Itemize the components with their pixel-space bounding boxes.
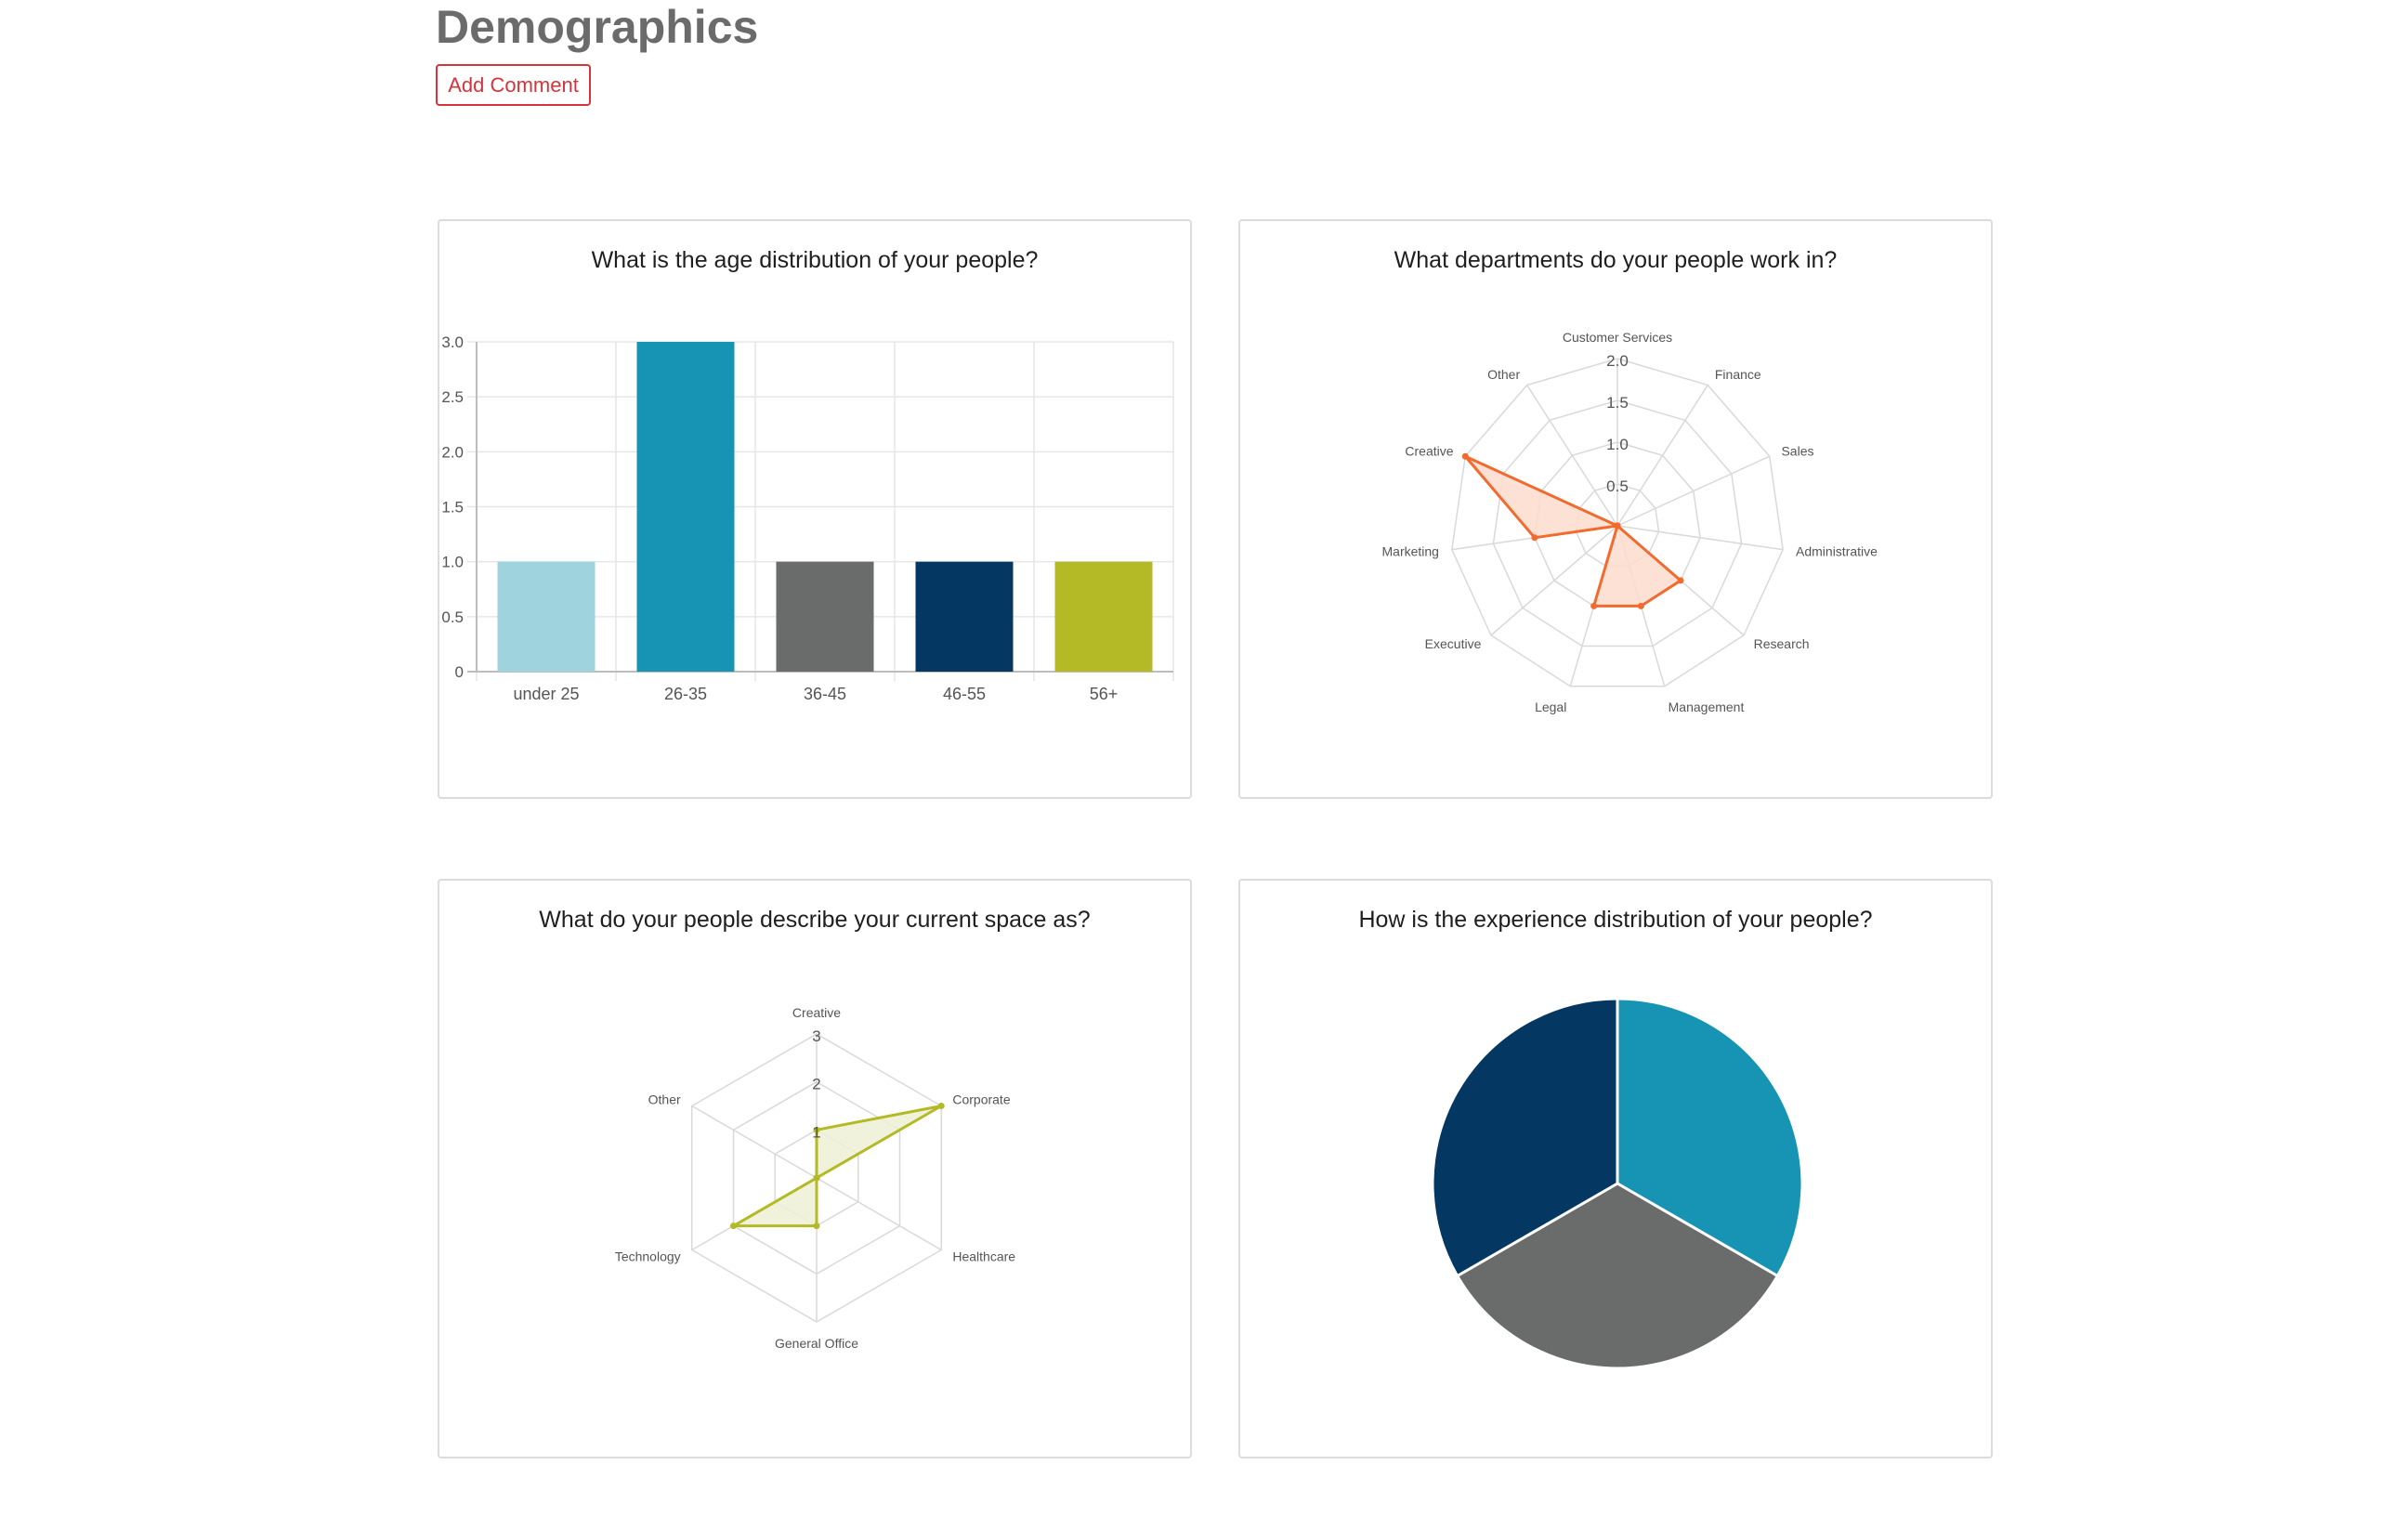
dept-axis-label: Other bbox=[1487, 367, 1520, 382]
dept-tick-label: 0.5 bbox=[1606, 477, 1629, 495]
dept-data-point bbox=[1531, 534, 1538, 542]
dept-axis-label: Research bbox=[1754, 636, 1810, 651]
dept-tick-label: 2.0 bbox=[1606, 352, 1629, 370]
dept-data-point bbox=[1590, 602, 1598, 609]
space-data-point bbox=[730, 1223, 738, 1230]
space-axis-label: Other bbox=[648, 1092, 681, 1107]
dept-data-point bbox=[1461, 452, 1469, 460]
age-ytick-label: 0.5 bbox=[441, 608, 464, 626]
departments-card: What departments do your people work in?… bbox=[1238, 219, 1993, 799]
space-data-area bbox=[732, 1105, 943, 1228]
experience-card: How is the experience distribution of yo… bbox=[1238, 879, 1993, 1458]
age-ytick-label: 3.0 bbox=[441, 333, 464, 351]
age-xtick-label: 26-35 bbox=[664, 685, 707, 703]
age-bar-chart: 0 0.5 1.0 1.5 2.0 2.5 3.0 under 25 26-35 36-45 46-… bbox=[441, 333, 1174, 703]
age-xtick-label: 36-45 bbox=[804, 685, 846, 703]
age-xtick-label: under 25 bbox=[513, 685, 579, 703]
age-xtick-label: 56+ bbox=[1090, 685, 1119, 703]
add-comment-button[interactable]: Add Comment bbox=[436, 64, 591, 106]
dept-data-point bbox=[1614, 522, 1621, 530]
space-axis-label: Healthcare bbox=[952, 1249, 1015, 1264]
age-ytick-label: 0 bbox=[455, 663, 464, 681]
age-distribution-card: What is the age distribution of your peo… bbox=[438, 219, 1192, 799]
space-tick-label: 3 bbox=[812, 1027, 820, 1045]
experience-pie-chart bbox=[1431, 997, 1804, 1370]
space-tick-label: 1 bbox=[812, 1123, 820, 1141]
age-ytick-label: 1.0 bbox=[441, 554, 464, 571]
dept-data-point bbox=[1637, 602, 1644, 609]
page-title: Demographics bbox=[436, 1, 759, 53]
space-data-point bbox=[813, 1174, 820, 1182]
age-ytick-label: 1.5 bbox=[441, 499, 464, 517]
dept-data-point bbox=[1677, 577, 1684, 584]
dept-axis-label: Customer Services bbox=[1563, 330, 1672, 345]
dept-axis-label: Management bbox=[1669, 700, 1745, 714]
space-axis-label: Technology bbox=[615, 1249, 681, 1264]
space-data-point bbox=[813, 1223, 820, 1230]
age-ytick-label: 2.5 bbox=[441, 388, 464, 406]
space-card: What do your people describe your curren… bbox=[438, 879, 1192, 1458]
dept-axis-label: Administrative bbox=[1796, 544, 1878, 559]
space-spoke bbox=[691, 1105, 818, 1179]
dept-axis-label: Creative bbox=[1405, 443, 1453, 458]
space-tick-label: 2 bbox=[812, 1076, 820, 1093]
dept-axis-label: Sales bbox=[1781, 443, 1813, 458]
space-radar-chart: 1 2 3 Creative Corporate Healthcare General Of… bbox=[615, 1005, 1015, 1351]
departments-radar-chart: 0.5 1.0 1.5 2.0 Customer Services Finance Sale… bbox=[1382, 330, 1878, 714]
age-ytick-label: 2.0 bbox=[441, 443, 464, 461]
dept-axis-label: Legal bbox=[1535, 700, 1566, 714]
age-bar bbox=[776, 561, 874, 672]
age-bar bbox=[497, 561, 595, 672]
dept-axis-label: Executive bbox=[1425, 636, 1482, 651]
space-axis-label: General Office bbox=[775, 1336, 858, 1351]
space-axis-label: Corporate bbox=[952, 1092, 1010, 1107]
age-bar bbox=[1054, 561, 1153, 672]
space-data-point bbox=[937, 1103, 945, 1109]
dept-tick-label: 1.5 bbox=[1606, 394, 1629, 412]
dept-tick-label: 1.0 bbox=[1606, 436, 1629, 453]
age-bar bbox=[636, 342, 735, 672]
space-axis-label: Creative bbox=[792, 1005, 841, 1020]
space-spoke bbox=[816, 1177, 942, 1251]
age-xtick-label: 46-55 bbox=[943, 685, 986, 703]
age-bar bbox=[915, 561, 1014, 672]
dept-axis-label: Finance bbox=[1715, 367, 1761, 382]
dept-axis-label: Marketing bbox=[1382, 544, 1439, 559]
